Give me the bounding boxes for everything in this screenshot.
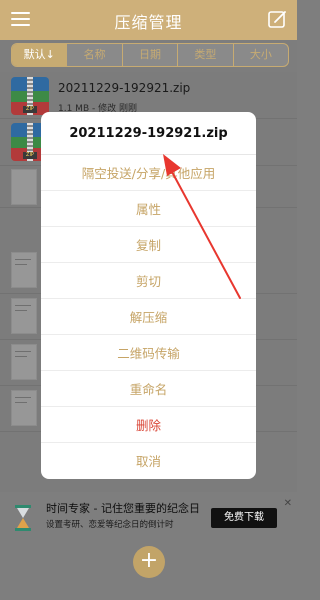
dialog-title: 20211229-192921.zip bbox=[41, 112, 256, 155]
sort-tabs: 默认↓ 名称 日期 类型 大小 bbox=[11, 43, 289, 67]
menu-item-rename[interactable]: 重命名 bbox=[41, 372, 256, 407]
add-button[interactable]: + bbox=[133, 546, 165, 578]
file-name: 20211229-192921.zip bbox=[58, 81, 191, 95]
app-header: 压缩管理 bbox=[0, 0, 297, 40]
sort-bar: 默认↓ 名称 日期 类型 大小 bbox=[0, 40, 297, 72]
tab-sort-name[interactable]: 名称 bbox=[66, 44, 121, 66]
bottom-bar: + bbox=[0, 538, 297, 600]
menu-item-qr-transfer[interactable]: 二维码传输 bbox=[41, 336, 256, 371]
document-icon bbox=[11, 298, 37, 334]
edit-icon[interactable] bbox=[268, 10, 287, 29]
ad-close-icon[interactable]: ✕ bbox=[284, 498, 292, 509]
ad-banner[interactable]: 时间专家 - 记住您重要的纪念日 设置考研、恋爱等纪念日的倒计时 免费下载 ✕ bbox=[0, 492, 297, 538]
annotation-arrow bbox=[163, 154, 241, 299]
zip-file-icon: ZIP bbox=[11, 77, 49, 115]
ad-subtitle: 设置考研、恋爱等纪念日的倒计时 bbox=[46, 520, 174, 530]
document-icon bbox=[11, 252, 37, 288]
ad-title: 时间专家 - 记住您重要的纪念日 bbox=[46, 502, 200, 515]
ad-download-button[interactable]: 免费下载 bbox=[211, 508, 277, 528]
menu-item-cancel[interactable]: 取消 bbox=[41, 444, 256, 479]
document-icon bbox=[11, 390, 37, 426]
tab-sort-size[interactable]: 大小 bbox=[232, 44, 288, 66]
page-title: 压缩管理 bbox=[114, 13, 183, 32]
menu-item-delete[interactable]: 删除 bbox=[41, 408, 256, 443]
document-icon bbox=[11, 344, 37, 380]
tab-sort-date[interactable]: 日期 bbox=[121, 44, 177, 66]
tab-sort-default[interactable]: 默认↓ bbox=[12, 44, 67, 66]
document-icon bbox=[11, 169, 37, 205]
tab-sort-type[interactable]: 类型 bbox=[177, 44, 232, 66]
hourglass-icon bbox=[15, 505, 31, 531]
